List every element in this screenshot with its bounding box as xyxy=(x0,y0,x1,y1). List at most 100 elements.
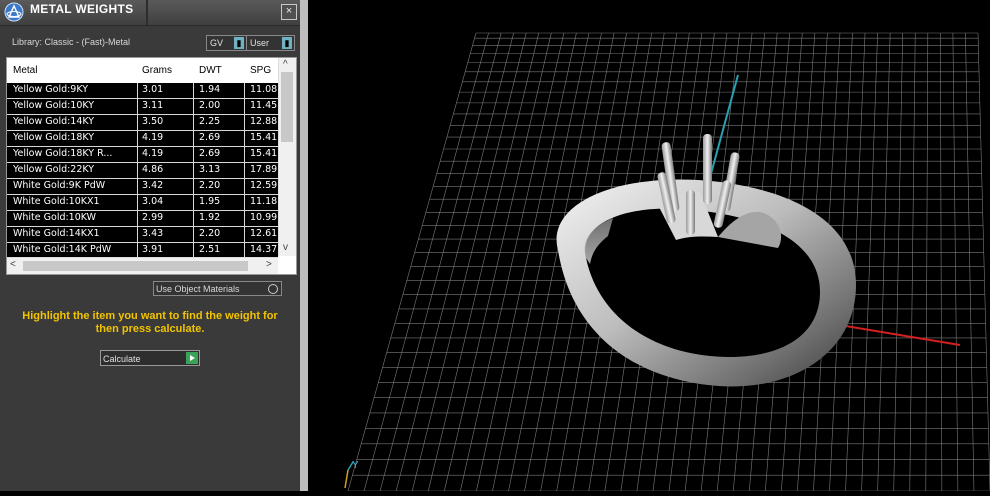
cell-spg: 10.99 xyxy=(250,212,278,223)
radio-icon[interactable] xyxy=(268,284,278,294)
horizontal-scrollbar[interactable]: < > xyxy=(7,257,278,274)
table-body: Yellow Gold:9KY 3.01 1.94 11.08 Yellow Gold:… xyxy=(7,83,278,259)
grid-line xyxy=(977,32,990,492)
column-divider xyxy=(244,115,245,131)
column-divider xyxy=(137,179,138,195)
cell-dwt: 2.51 xyxy=(199,244,221,255)
grid-line xyxy=(347,32,477,492)
cell-metal: White Gold:14KX1 xyxy=(13,228,100,239)
table-row[interactable]: White Gold:14KX1 3.43 2.20 12.61 xyxy=(7,227,278,243)
column-divider xyxy=(137,227,138,243)
cell-dwt: 2.25 xyxy=(199,116,221,127)
cell-grams: 2.99 xyxy=(142,212,164,223)
cell-metal: Yellow Gold:22KY xyxy=(13,164,95,175)
cell-metal: White Gold:10KX1 xyxy=(13,196,100,207)
user-library-button[interactable]: User ▮ xyxy=(246,35,295,51)
axis-gizmo: Y xyxy=(344,460,359,489)
scroll-right-icon[interactable]: > xyxy=(266,259,272,270)
grid-line xyxy=(940,32,943,492)
column-divider xyxy=(193,115,194,131)
column-divider xyxy=(137,115,138,131)
close-button[interactable]: × xyxy=(281,4,297,20)
column-divider xyxy=(244,83,245,99)
vertical-scroll-thumb[interactable] xyxy=(281,72,293,142)
cell-metal: Yellow Gold:14KY xyxy=(13,116,95,127)
column-divider xyxy=(244,99,245,115)
3d-viewport[interactable]: Y xyxy=(308,0,990,492)
vertical-scrollbar[interactable]: ^ v xyxy=(278,58,296,256)
cell-spg: 11.18 xyxy=(250,196,278,207)
table-row[interactable]: White Gold:10KX1 3.04 1.95 11.18 xyxy=(7,195,278,211)
cell-grams: 3.43 xyxy=(142,228,164,239)
user-toggle-icon: ▮ xyxy=(282,37,292,49)
cell-spg: 12.59 xyxy=(250,180,278,191)
grid-line xyxy=(861,32,878,492)
cell-metal: White Gold:9K PdW xyxy=(13,180,106,191)
cell-grams: 3.50 xyxy=(142,116,164,127)
cell-grams: 3.04 xyxy=(142,196,164,207)
table-row[interactable]: Yellow Gold:14KY 3.50 2.25 12.88 xyxy=(7,115,278,131)
column-divider xyxy=(244,163,245,179)
cell-dwt: 2.20 xyxy=(199,228,221,239)
column-header-dwt[interactable]: DWT xyxy=(199,65,222,76)
column-divider xyxy=(193,99,194,115)
column-divider xyxy=(137,195,138,211)
library-label: Library: Classic - (Fast)-Metal xyxy=(12,37,131,47)
panel-title: METAL WEIGHTS xyxy=(30,2,134,16)
play-icon[interactable] xyxy=(186,352,198,364)
gv-toggle-icon: ▮ xyxy=(234,37,244,49)
metal-weights-panel: METAL WEIGHTS × Library: Classic - (Fast… xyxy=(0,0,300,491)
column-divider xyxy=(137,131,138,147)
table-row[interactable]: Yellow Gold:22KY 4.86 3.13 17.89 xyxy=(7,163,278,179)
cell-dwt: 2.69 xyxy=(199,132,221,143)
use-object-materials-toggle[interactable]: Use Object Materials xyxy=(153,281,282,296)
column-header-spg[interactable]: SPG xyxy=(250,65,271,76)
cell-dwt: 2.20 xyxy=(199,180,221,191)
column-divider xyxy=(137,83,138,99)
gv-library-button[interactable]: GV ▮ xyxy=(206,35,247,51)
use-object-materials-label: Use Object Materials xyxy=(156,284,240,294)
horizontal-scroll-thumb[interactable] xyxy=(23,261,248,271)
calculate-label: Calculate xyxy=(103,354,141,364)
cell-metal: Yellow Gold:18KY R... xyxy=(13,148,113,159)
grid-line xyxy=(379,32,502,492)
table-row[interactable]: Yellow Gold:10KY 3.11 2.00 11.45 xyxy=(7,99,278,115)
calculate-button[interactable]: Calculate xyxy=(100,350,200,366)
cell-grams: 4.86 xyxy=(142,164,164,175)
column-divider xyxy=(137,163,138,179)
scroll-down-icon[interactable]: v xyxy=(283,242,288,253)
titlebar-divider xyxy=(146,0,148,25)
table-row[interactable]: White Gold:10KW 2.99 1.92 10.99 xyxy=(7,211,278,227)
table-row[interactable]: Yellow Gold:18KY R... 4.19 2.69 15.41 xyxy=(7,147,278,163)
table-header: Metal Grams DWT SPG xyxy=(7,58,278,83)
column-divider xyxy=(244,227,245,243)
column-header-metal[interactable]: Metal xyxy=(13,65,37,76)
cell-dwt: 2.69 xyxy=(199,148,221,159)
table-row[interactable]: Yellow Gold:18KY 4.19 2.69 15.41 xyxy=(7,131,278,147)
cell-metal: Yellow Gold:10KY xyxy=(13,100,95,111)
cell-metal: White Gold:14K PdW xyxy=(13,244,112,255)
cell-spg: 12.61 xyxy=(250,228,278,239)
panel-splitter[interactable] xyxy=(300,0,308,491)
column-divider xyxy=(193,83,194,99)
column-header-grams[interactable]: Grams xyxy=(142,65,172,76)
column-divider xyxy=(137,99,138,115)
column-divider xyxy=(137,147,138,163)
cell-grams: 3.11 xyxy=(142,100,164,111)
cell-dwt: 3.13 xyxy=(199,164,221,175)
user-label: User xyxy=(250,38,270,48)
cell-grams: 3.01 xyxy=(142,84,164,95)
cell-grams: 4.19 xyxy=(142,148,164,159)
scroll-up-icon[interactable]: ^ xyxy=(283,59,288,70)
scroll-left-icon[interactable]: < xyxy=(10,259,16,270)
cell-spg: 15.41 xyxy=(250,148,278,159)
cell-spg: 17.89 xyxy=(250,164,278,175)
column-divider xyxy=(244,147,245,163)
cell-spg: 12.88 xyxy=(250,116,278,127)
table-row[interactable]: Yellow Gold:9KY 3.01 1.94 11.08 xyxy=(7,83,278,99)
ring-model xyxy=(556,134,856,387)
table-row[interactable]: White Gold:9K PdW 3.42 2.20 12.59 xyxy=(7,179,278,195)
grid-line xyxy=(444,32,552,492)
grid-line xyxy=(395,32,514,492)
column-divider xyxy=(193,179,194,195)
